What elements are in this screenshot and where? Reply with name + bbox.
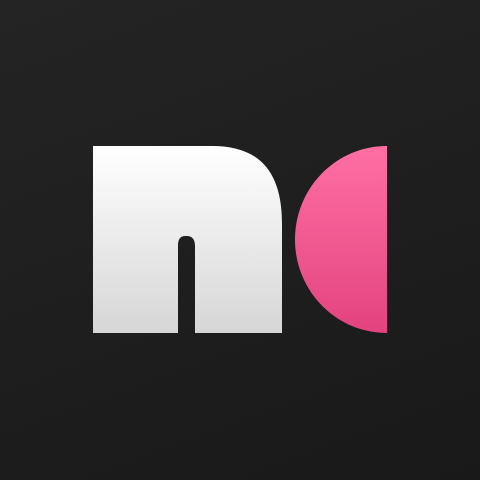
- half-disc-shape: [295, 146, 387, 333]
- letter-n-shape: [93, 146, 282, 333]
- app-icon-canvas: [0, 0, 480, 480]
- nc-monogram-logo-icon: [93, 146, 387, 333]
